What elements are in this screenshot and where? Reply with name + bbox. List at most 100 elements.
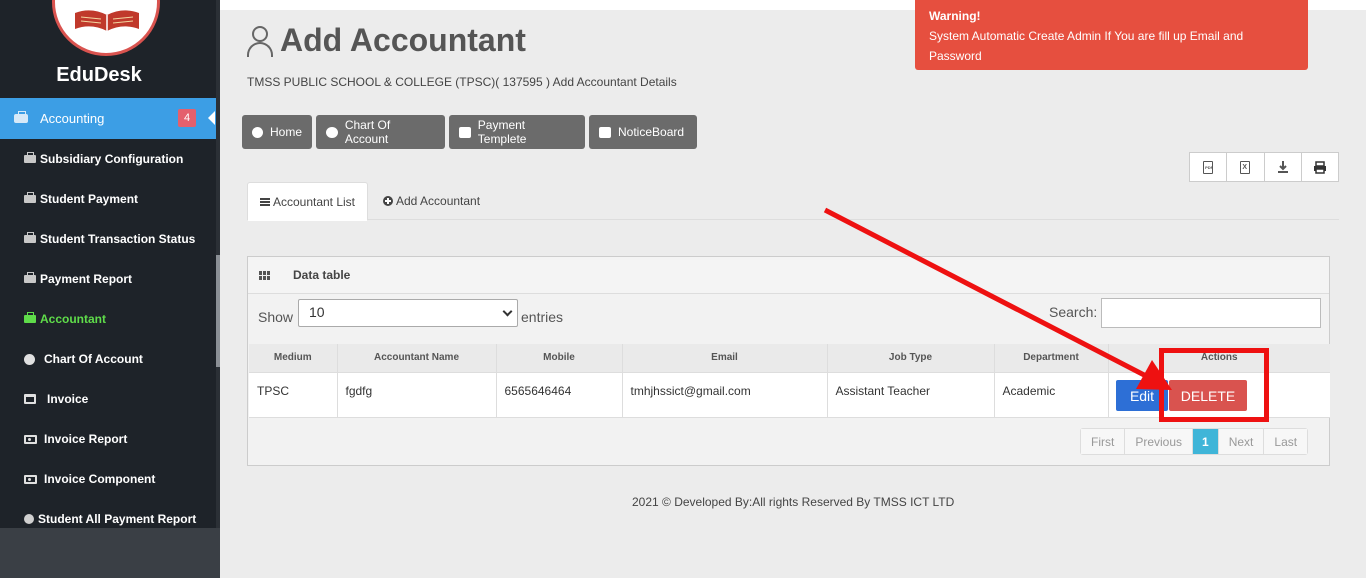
page-size-value: 10 bbox=[309, 304, 325, 320]
sidebar-item-label: Invoice bbox=[47, 392, 89, 406]
brand-name: EduDesk bbox=[56, 64, 142, 86]
payment-templete-button-label: Payment Templete bbox=[477, 118, 527, 146]
count-badge: 4 bbox=[178, 109, 196, 127]
page-size-select[interactable]: 10 bbox=[298, 299, 518, 327]
sidebar-item-student-all-payment-report[interactable]: Student All Payment Report bbox=[24, 509, 196, 529]
sidebar: EduDesk Accounting 4 Subsidiary Configur… bbox=[0, 0, 220, 578]
money-icon bbox=[24, 434, 37, 444]
warning-alert: Warning! System Automatic Create Admin I… bbox=[915, 0, 1308, 70]
column-header[interactable]: Accountant Name bbox=[337, 344, 497, 373]
entries-label: entries bbox=[521, 309, 564, 325]
window-icon bbox=[24, 394, 36, 404]
annotation-highlight-box bbox=[1159, 348, 1269, 422]
user-icon bbox=[246, 24, 274, 58]
sidebar-item-student-payment[interactable]: Student Payment bbox=[24, 189, 138, 209]
briefcase-icon bbox=[24, 312, 36, 323]
warning-title: Warning! bbox=[929, 9, 981, 23]
sidebar-item-chart-of-account[interactable]: Chart Of Account bbox=[24, 349, 143, 369]
pager-last[interactable]: Last bbox=[1264, 429, 1308, 454]
file-excel-icon: X bbox=[1240, 160, 1251, 174]
sidebar-item-invoice-report[interactable]: Invoice Report bbox=[24, 429, 127, 449]
column-header[interactable]: Email bbox=[622, 344, 828, 373]
warning-message: System Automatic Create Admin If You are… bbox=[929, 29, 1244, 63]
pie-chart-icon bbox=[24, 353, 35, 365]
cell-medium: TPSC bbox=[249, 372, 338, 418]
pencil-icon bbox=[459, 126, 471, 138]
download-button[interactable] bbox=[1265, 153, 1302, 181]
money-icon bbox=[24, 474, 37, 484]
column-header[interactable]: Job Type bbox=[827, 344, 995, 373]
list-icon bbox=[599, 126, 611, 138]
sidebar-item-label: Subsidiary Configuration bbox=[40, 152, 184, 166]
sidebar-item-invoice[interactable]: Invoice bbox=[24, 389, 88, 409]
sidebar-item-label: Accounting bbox=[40, 111, 105, 126]
sidebar-item-subsidiary-configuration[interactable]: Subsidiary Configuration bbox=[24, 149, 183, 169]
sidebar-item-accounting[interactable]: Accounting 4 bbox=[0, 98, 216, 139]
excel-icon-glyph: X bbox=[1242, 163, 1248, 171]
sidebar-item-label: Accountant bbox=[40, 312, 106, 326]
cell-department: Academic bbox=[994, 372, 1109, 418]
briefcase-icon bbox=[24, 232, 36, 243]
print-icon bbox=[1313, 160, 1326, 174]
sidebar-item-label: Payment Report bbox=[40, 272, 133, 286]
export-pdf-button[interactable]: PDF bbox=[1190, 153, 1228, 181]
sidebar-item-payment-report[interactable]: Payment Report bbox=[24, 269, 132, 289]
chart-of-account-button[interactable]: Chart Of Account bbox=[316, 115, 445, 149]
home-button[interactable]: Home bbox=[242, 115, 312, 149]
pager-page-1[interactable]: 1 bbox=[1193, 429, 1219, 454]
noticeboard-button[interactable]: NoticeBoard bbox=[589, 115, 697, 149]
book-logo-icon bbox=[75, 10, 139, 31]
pager-next[interactable]: Next bbox=[1218, 429, 1265, 454]
tab-label: Add Accountant bbox=[396, 194, 481, 208]
briefcase-icon bbox=[24, 192, 36, 203]
sidebar-scrollbar[interactable] bbox=[216, 255, 220, 367]
tab-bar: Accountant List Add Accountant bbox=[247, 182, 1339, 221]
page-subtitle: TMSS PUBLIC SCHOOL & COLLEGE (TPSC)( 137… bbox=[247, 75, 677, 89]
sidebar-item-accountant[interactable]: Accountant bbox=[24, 309, 106, 329]
pager-previous[interactable]: Previous bbox=[1125, 429, 1194, 454]
sidebar-item-label: Chart Of Account bbox=[44, 352, 143, 366]
pie-chart-icon bbox=[326, 126, 338, 138]
panel-header: Data table bbox=[248, 257, 1329, 294]
sidebar-item-label: Student Payment bbox=[40, 192, 139, 206]
chevron-down-icon bbox=[502, 306, 513, 317]
dashboard-icon bbox=[252, 126, 263, 138]
sidebar-item-label: Student All Payment Report bbox=[38, 512, 197, 526]
pager-first[interactable]: First bbox=[1081, 429, 1126, 454]
export-excel-button[interactable]: X bbox=[1227, 153, 1265, 181]
footer-text: 2021 © Developed By:All rights Reserved … bbox=[632, 495, 955, 509]
payment-templete-button[interactable]: Payment Templete bbox=[449, 115, 585, 149]
pagination: First Previous 1 Next Last bbox=[1080, 428, 1309, 455]
cell-job-type: Assistant Teacher bbox=[827, 372, 995, 418]
panel-title: Data table bbox=[293, 268, 351, 282]
download-icon bbox=[1277, 161, 1288, 173]
grid-icon bbox=[259, 271, 271, 280]
column-header[interactable]: Mobile bbox=[496, 344, 623, 373]
sidebar-item-student-transaction-status[interactable]: Student Transaction Status bbox=[24, 229, 195, 249]
export-toolbar: PDF X bbox=[1189, 152, 1339, 182]
search-label: Search: bbox=[1049, 304, 1098, 320]
print-button[interactable] bbox=[1302, 153, 1338, 181]
briefcase-icon bbox=[24, 152, 36, 163]
sidebar-item-label: Invoice Component bbox=[44, 472, 156, 486]
active-caret-icon bbox=[208, 111, 215, 125]
sidebar-item-label: Student Transaction Status bbox=[40, 232, 196, 246]
cell-mobile: 6565646464 bbox=[496, 372, 623, 418]
sidebar-item-invoice-component[interactable]: Invoice Component bbox=[24, 469, 155, 489]
chart-of-account-button-label: Chart Of Account bbox=[344, 118, 391, 146]
show-label: Show bbox=[258, 309, 294, 325]
tab-add-accountant[interactable]: Add Accountant bbox=[383, 182, 480, 220]
sidebar-item-label: Invoice Report bbox=[44, 432, 128, 446]
column-header[interactable]: Medium bbox=[249, 344, 338, 373]
plus-circle-icon bbox=[383, 196, 393, 206]
cell-email: tmhjhssict@gmail.com bbox=[622, 372, 828, 418]
sidebar-footer bbox=[0, 528, 220, 578]
tab-accountant-list[interactable]: Accountant List bbox=[247, 182, 368, 221]
tab-label: Accountant List bbox=[272, 194, 356, 209]
pdf-icon-glyph: PDF bbox=[1205, 164, 1214, 170]
search-input[interactable] bbox=[1101, 298, 1321, 328]
briefcase-icon bbox=[14, 111, 28, 123]
column-header[interactable]: Department bbox=[994, 344, 1109, 373]
list-icon bbox=[259, 197, 270, 206]
briefcase-icon bbox=[24, 272, 36, 283]
